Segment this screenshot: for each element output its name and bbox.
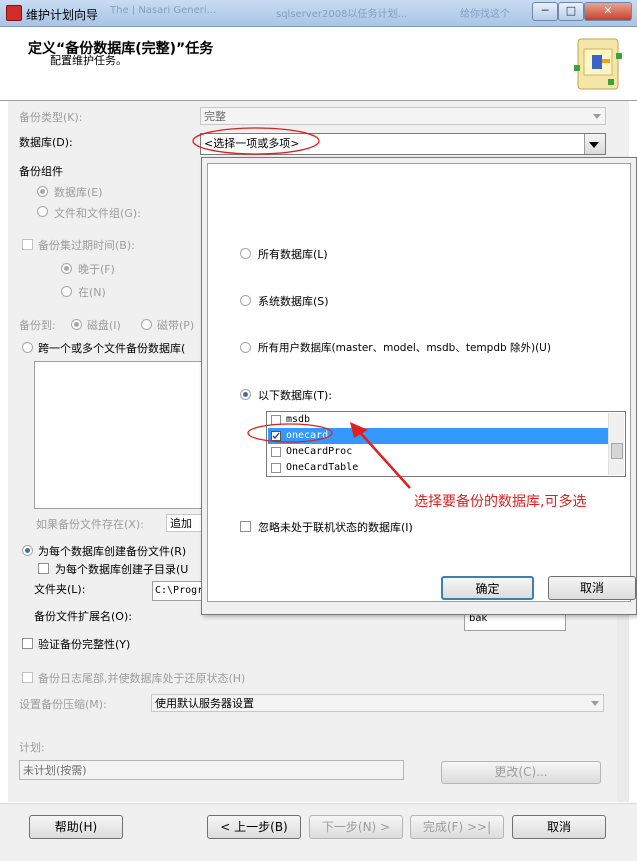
expire-on-radio[interactable]	[61, 286, 72, 297]
schedule-label: 计划:	[19, 741, 45, 754]
component-database-label: 数据库(E)	[54, 186, 103, 199]
all-dbs-label: 所有数据库(L)	[258, 248, 328, 261]
backup-to-disk-label: 磁盘(I)	[87, 319, 121, 332]
tail-log-checkbox[interactable]	[22, 672, 33, 683]
backup-type-label: 备份类型(K):	[19, 111, 83, 124]
cancel-button[interactable]: 取消	[512, 815, 606, 839]
compression-label: 设置备份压缩(M):	[19, 698, 107, 711]
backup-to-disk-radio[interactable]	[71, 319, 82, 330]
expire-after-label: 晚于(F)	[78, 263, 115, 276]
database-picker-popup: 所有数据库(L) 系统数据库(S) 所有用户数据库(master、model、m…	[201, 157, 637, 615]
if-exists-value: 追加	[170, 517, 192, 530]
folder-label: 文件夹(L):	[34, 583, 86, 596]
per-db-file-label: 为每个数据库创建备份文件(R)	[38, 545, 187, 558]
taskbar-ghost-3: 给你找这个	[460, 9, 510, 20]
folder-input[interactable]: C:\Progr	[152, 581, 204, 601]
verify-checkbox[interactable]	[22, 638, 33, 649]
expire-on-label: 在(N)	[78, 286, 106, 299]
system-dbs-label: 系统数据库(S)	[258, 295, 329, 308]
page-subtitle: 配置维护任务。	[50, 54, 127, 67]
popup-cancel-button[interactable]: 取消	[548, 576, 636, 600]
backup-type-value: 完整	[204, 110, 226, 123]
backup-type-combo[interactable]: 完整	[200, 107, 606, 125]
component-database-radio[interactable]	[37, 186, 48, 197]
these-dbs-label: 以下数据库(T):	[258, 389, 333, 402]
help-button[interactable]: 帮助(H)	[29, 815, 123, 839]
taskbar-ghost-1: The | Nasari Generi...	[110, 5, 217, 16]
all-dbs-radio[interactable]	[240, 248, 251, 259]
annotation-text: 选择要备份的数据库,可多选	[414, 494, 587, 510]
finish-button[interactable]: 完成(F) >>|	[410, 815, 504, 839]
span-files-label: 跨一个或多个文件备份数据库(	[38, 342, 186, 355]
compression-combo[interactable]: 使用默认服务器设置	[151, 694, 604, 712]
maximize-button[interactable]: □	[558, 2, 584, 21]
backup-to-tape-label: 磁带(P)	[157, 319, 195, 332]
these-dbs-radio[interactable]	[240, 389, 251, 400]
title-bar: 维护计划向导 The | Nasari Generi... sqlserver2…	[0, 0, 637, 27]
compression-value: 使用默认服务器设置	[155, 697, 254, 710]
app-icon	[6, 5, 22, 21]
ok-button[interactable]: 确定	[441, 576, 534, 600]
back-button[interactable]: < 上一步(B)	[207, 815, 301, 839]
ignore-offline-label: 忽略未处于联机状态的数据库(I)	[258, 521, 413, 534]
wizard-icon	[574, 38, 622, 90]
minimize-button[interactable]: ─	[532, 2, 558, 21]
tail-log-label: 备份日志尾部,并使数据库处于还原状态(H)	[38, 672, 246, 685]
chevron-down-icon	[591, 701, 599, 706]
user-dbs-label: 所有用户数据库(master、model、msdb、tempdb 除外)(U)	[258, 342, 551, 354]
backup-to-tape-radio[interactable]	[141, 319, 152, 330]
backup-files-list[interactable]	[34, 361, 206, 509]
taskbar-ghost-2: sqlserver2008以任务计划...	[276, 9, 407, 20]
if-exists-label: 如果备份文件存在(X):	[36, 518, 144, 531]
wizard-header: 定义“备份数据库(完整)”任务 配置维护任务。	[0, 27, 637, 101]
component-label: 备份组件	[19, 165, 63, 178]
chevron-down-icon	[593, 114, 601, 119]
per-db-subdir-checkbox[interactable]	[38, 563, 49, 574]
expire-after-radio[interactable]	[61, 263, 72, 274]
component-files-radio[interactable]	[37, 206, 48, 217]
close-button[interactable]: ✕	[584, 2, 632, 21]
ignore-offline-checkbox[interactable]	[240, 521, 251, 532]
per-db-subdir-label: 为每个数据库创建子目录(U	[55, 563, 189, 576]
per-db-file-radio[interactable]	[22, 545, 33, 556]
if-exists-combo[interactable]: 追加	[166, 514, 206, 532]
scroll-thumb[interactable]	[611, 443, 623, 459]
expire-checkbox[interactable]	[22, 239, 33, 250]
component-files-label: 文件和文件组(G):	[54, 207, 141, 220]
expire-label: 备份集过期时间(B):	[38, 239, 135, 252]
backup-to-label: 备份到:	[19, 319, 56, 332]
verify-label: 验证备份完整性(Y)	[38, 638, 131, 651]
next-button[interactable]: 下一步(N) >	[309, 815, 403, 839]
database-label: 数据库(D):	[19, 136, 73, 149]
schedule-value: 未计划(按需)	[19, 760, 404, 780]
highlight-ellipse	[192, 127, 320, 155]
window-title: 维护计划向导	[26, 8, 99, 22]
span-files-radio[interactable]	[22, 342, 33, 353]
chevron-down-icon	[589, 142, 599, 148]
change-schedule-button[interactable]: 更改(C)...	[441, 761, 601, 784]
database-list-scrollbar[interactable]	[608, 413, 624, 475]
ext-label: 备份文件扩展名(O):	[34, 610, 132, 623]
database-picker-panel: 所有数据库(L) 系统数据库(S) 所有用户数据库(master、model、m…	[207, 163, 631, 602]
user-dbs-radio[interactable]	[240, 342, 251, 353]
system-dbs-radio[interactable]	[240, 295, 251, 306]
